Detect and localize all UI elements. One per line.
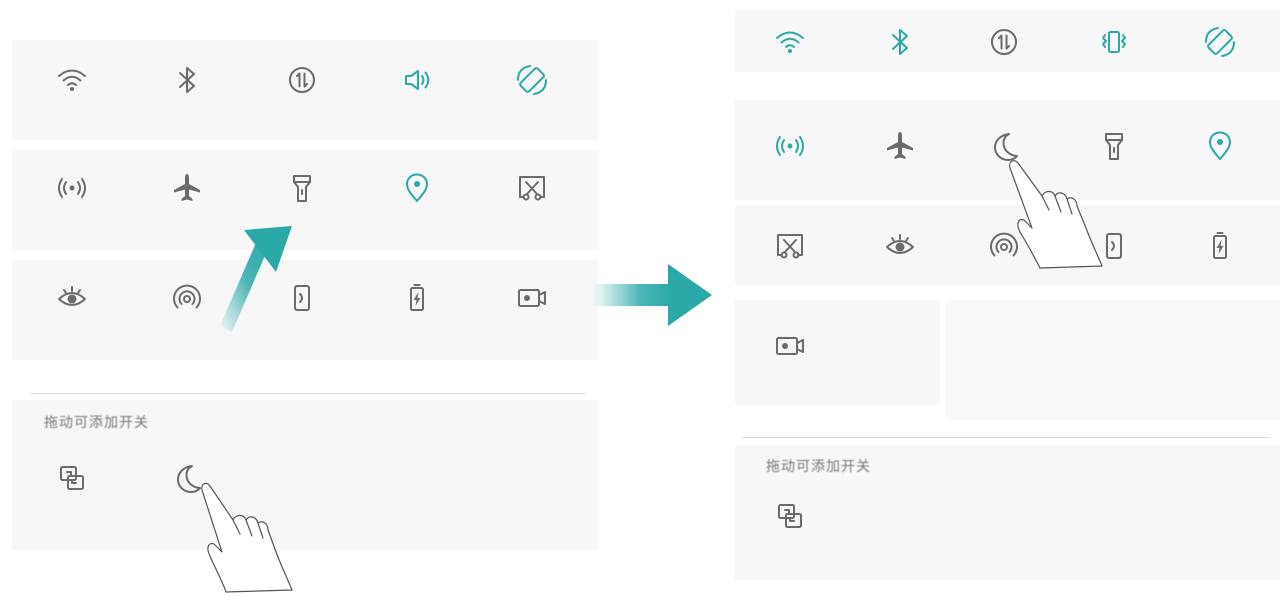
right-r1-t2[interactable] xyxy=(868,14,932,70)
right-r2-t2[interactable] xyxy=(868,118,932,174)
right-r2-t3[interactable] xyxy=(972,118,1036,174)
right-r2-t1[interactable] xyxy=(758,118,822,174)
bluetooth-icon xyxy=(883,25,917,59)
screenshot-icon xyxy=(773,229,807,263)
right-r4-t1[interactable] xyxy=(758,318,822,374)
right-r3-t1[interactable] xyxy=(758,218,822,274)
right-r1-t1[interactable] xyxy=(758,14,822,70)
hotspot-icon xyxy=(773,129,807,163)
location-icon xyxy=(1203,129,1237,163)
nfc-icon xyxy=(987,229,1021,263)
right-r1-t4[interactable] xyxy=(1082,14,1146,70)
right-r2-t4[interactable] xyxy=(1082,118,1146,174)
battery-saver-icon xyxy=(1203,229,1237,263)
airplane-icon xyxy=(883,129,917,163)
right-r3-t2[interactable] xyxy=(868,218,932,274)
screen-mirror-icon xyxy=(1097,229,1131,263)
right-r1-t3[interactable] xyxy=(972,14,1036,70)
multi-screen-icon xyxy=(773,499,807,533)
auto-rotate-icon xyxy=(1203,25,1237,59)
screen-recorder-icon xyxy=(773,329,807,363)
right-r3-t5[interactable] xyxy=(1188,218,1252,274)
right-r1-t5[interactable] xyxy=(1188,14,1252,70)
right-r3-t4[interactable] xyxy=(1082,218,1146,274)
wifi-icon xyxy=(773,25,807,59)
vibrate-icon xyxy=(1097,25,1131,59)
right-drag-hint: 拖动可添加开关 xyxy=(766,459,871,475)
right-r2-t5[interactable] xyxy=(1188,118,1252,174)
right-divider xyxy=(742,437,1270,438)
eye-comfort-icon xyxy=(883,229,917,263)
moon-icon xyxy=(987,129,1021,163)
right-panel: 拖动可添加开关 xyxy=(0,0,1282,596)
right-bg-right xyxy=(945,300,1280,420)
right-r3-t3[interactable] xyxy=(972,218,1036,274)
flashlight-icon xyxy=(1097,129,1131,163)
mobile-data-icon xyxy=(987,25,1021,59)
right-avail-t1[interactable] xyxy=(758,488,822,544)
